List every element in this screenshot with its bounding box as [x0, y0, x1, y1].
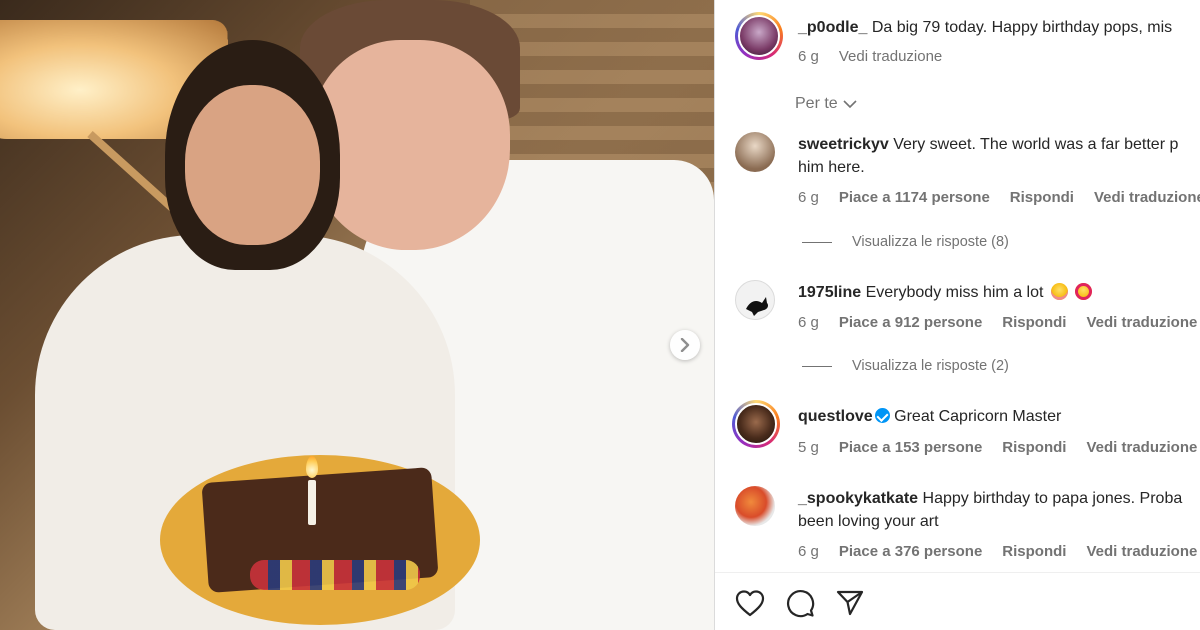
share-icon: [836, 590, 864, 616]
reply-button[interactable]: Rispondi: [1002, 314, 1066, 331]
author-avatar[interactable]: [735, 12, 783, 60]
comment-avatar[interactable]: [735, 132, 775, 172]
author-username[interactable]: _p0odle_: [798, 19, 867, 36]
comment-age: 6 g: [798, 543, 819, 560]
translate-link[interactable]: Vedi traduzione: [1086, 314, 1197, 331]
caption-age: 6 g: [798, 48, 819, 65]
girl-face: [185, 85, 320, 245]
comment-item: _spookykatkate Happy birthday to papa jo…: [798, 487, 1200, 533]
chevron-down-icon: [843, 100, 857, 109]
comments-panel: _p0odle_ Da big 79 today. Happy birthday…: [715, 0, 1200, 630]
post-photo: [0, 0, 714, 630]
view-replies-label: Visualizza le risposte (2): [852, 358, 1009, 374]
comment-avatar[interactable]: [735, 280, 775, 320]
comment-meta: 6 g Piace a 912 persone Rispondi Vedi tr…: [798, 314, 1200, 331]
heart-icon: [735, 590, 765, 617]
comment-text: Everybody miss him a lot: [865, 284, 1044, 301]
comment-likes[interactable]: Piace a 1174 persone: [839, 189, 990, 206]
comment-likes[interactable]: Piace a 912 persone: [839, 314, 982, 331]
comment-text-continued: him here.: [798, 159, 865, 176]
comment-text: Great Capricorn Master: [894, 408, 1062, 425]
comment-sort-dropdown[interactable]: Per te: [795, 95, 858, 113]
reply-button[interactable]: Rispondi: [1002, 439, 1066, 456]
caption-meta: 6 g Vedi traduzione: [798, 48, 962, 65]
heart-eyes-emoji-icon: [1075, 283, 1093, 300]
comment-age: 6 g: [798, 189, 819, 206]
cat-silhouette-icon: [746, 297, 768, 316]
comment-text-continued: been loving your art: [798, 513, 939, 530]
replies-dash: [802, 241, 832, 243]
comment-username[interactable]: questlove: [798, 408, 873, 425]
post-action-bar: [735, 588, 865, 618]
post-caption: _p0odle_ Da big 79 today. Happy birthday…: [798, 19, 1172, 37]
view-replies-link[interactable]: Visualizza le risposte (2): [802, 358, 1009, 374]
candle-flame: [306, 456, 318, 478]
comment-username[interactable]: sweetrickyv: [798, 136, 889, 153]
share-button[interactable]: [835, 588, 865, 618]
chevron-right-icon: [680, 338, 690, 352]
berries: [250, 560, 420, 590]
like-button[interactable]: [735, 588, 765, 618]
comment-username[interactable]: 1975line: [798, 284, 861, 301]
view-replies-label: Visualizza le risposte (8): [852, 234, 1009, 250]
carousel-next-button[interactable]: [670, 330, 700, 360]
reply-button[interactable]: Rispondi: [1002, 543, 1066, 560]
comment-button[interactable]: [785, 588, 815, 618]
caption-text: Da big 79 today. Happy birthday pops, mi…: [871, 19, 1173, 36]
translate-link[interactable]: Vedi traduzione: [1086, 543, 1197, 560]
comment-meta: 5 g Piace a 153 persone Rispondi Vedi tr…: [798, 439, 1200, 456]
reply-button[interactable]: Rispondi: [1010, 189, 1074, 206]
comment-item: questlove Great Capricorn Master: [798, 405, 1200, 428]
comment-meta: 6 g Piace a 376 persone Rispondi Vedi tr…: [798, 543, 1200, 560]
man-face: [310, 40, 510, 250]
comment-text: Very sweet. The world was a far better p: [893, 136, 1179, 153]
comment-likes[interactable]: Piace a 153 persone: [839, 439, 982, 456]
pleading-face-emoji-icon: [1050, 283, 1068, 300]
comment-icon: [786, 589, 815, 618]
replies-dash: [802, 365, 832, 367]
caption-translate-link[interactable]: Vedi traduzione: [839, 48, 942, 65]
view-replies-link[interactable]: Visualizza le risposte (8): [802, 234, 1009, 250]
verified-badge-icon: [874, 408, 890, 423]
comment-likes[interactable]: Piace a 376 persone: [839, 543, 982, 560]
candle: [308, 480, 316, 525]
comment-item: sweetrickyv Very sweet. The world was a …: [798, 133, 1200, 179]
comment-text: Happy birthday to papa jones. Proba: [922, 490, 1183, 507]
actions-divider: [715, 572, 1200, 573]
comment-avatar[interactable]: [735, 486, 775, 526]
comment-username[interactable]: _spookykatkate: [798, 490, 918, 507]
comment-meta: 6 g Piace a 1174 persone Rispondi Vedi t…: [798, 189, 1200, 206]
translate-link[interactable]: Vedi traduzione: [1094, 189, 1200, 206]
translate-link[interactable]: Vedi traduzione: [1086, 439, 1197, 456]
comment-item: 1975line Everybody miss him a lot: [798, 281, 1200, 304]
comment-age: 6 g: [798, 314, 819, 331]
comment-age: 5 g: [798, 439, 819, 456]
comment-avatar[interactable]: [732, 400, 780, 448]
sort-label: Per te: [795, 95, 838, 112]
